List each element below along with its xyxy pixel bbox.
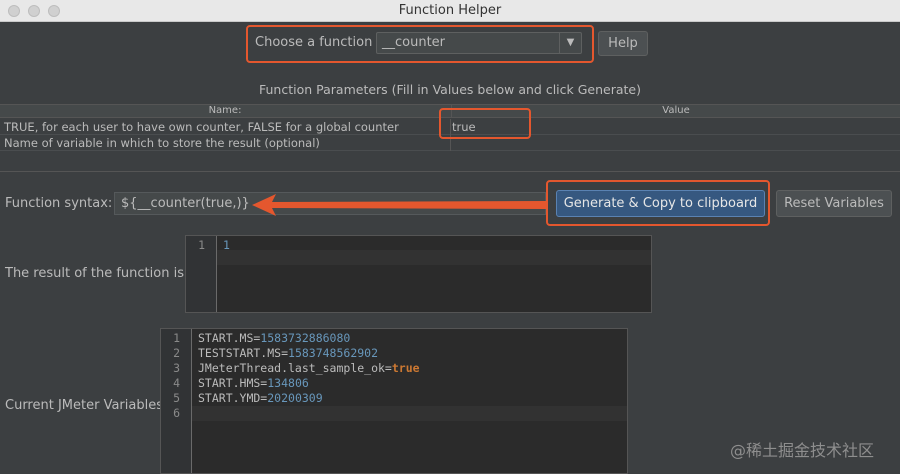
param-name-cell: TRUE, for each user to have own counter,… bbox=[4, 120, 399, 134]
help-button[interactable]: Help bbox=[598, 31, 648, 56]
line-number-gutter: 1 2 3 4 5 6 bbox=[161, 329, 192, 473]
variable-line: START.YMD=20200309 bbox=[198, 391, 323, 405]
highlight-box-value bbox=[439, 108, 531, 139]
line-number: 5 bbox=[173, 391, 180, 405]
window-title: Function Helper bbox=[398, 3, 502, 18]
result-editor[interactable]: 1 1 bbox=[185, 235, 652, 313]
jmeter-variables-label: Current JMeter Variables bbox=[5, 398, 163, 413]
line-number: 3 bbox=[173, 361, 180, 375]
line-number: 1 bbox=[173, 331, 180, 345]
reset-variables-button[interactable]: Reset Variables bbox=[776, 190, 892, 217]
choose-function-label: Choose a function bbox=[255, 35, 373, 50]
function-select[interactable]: __counter ▼ bbox=[376, 32, 582, 54]
line-number-gutter: 1 bbox=[186, 236, 217, 312]
title-bar: Function Helper bbox=[0, 0, 900, 22]
variable-line: START.HMS=134806 bbox=[198, 376, 309, 390]
line-number: 1 bbox=[198, 238, 205, 252]
line-number: 4 bbox=[173, 376, 180, 390]
function-select-value: __counter bbox=[382, 35, 446, 50]
param-name-cell: Name of variable in which to store the r… bbox=[4, 136, 320, 150]
params-title: Function Parameters (Fill in Values belo… bbox=[259, 82, 641, 97]
function-syntax-label: Function syntax: bbox=[5, 196, 113, 211]
chevron-down-icon[interactable]: ▼ bbox=[559, 33, 581, 53]
variables-editor[interactable]: 1 2 3 4 5 6 START.MS=1583732886080 TESTS… bbox=[160, 328, 628, 474]
line-number: 6 bbox=[173, 406, 180, 420]
generate-copy-button[interactable]: Generate & Copy to clipboard bbox=[556, 190, 765, 217]
current-line-highlight bbox=[217, 250, 651, 265]
current-line-highlight bbox=[192, 406, 627, 421]
arrow-annotation-icon bbox=[252, 194, 546, 216]
line-number: 2 bbox=[173, 346, 180, 360]
result-label: The result of the function is bbox=[5, 266, 184, 281]
variable-line: START.MS=1583732886080 bbox=[198, 331, 351, 345]
watermark: @稀土掘金技术社区 bbox=[730, 441, 875, 460]
result-value: 1 bbox=[223, 238, 230, 252]
variable-line: TESTSTART.MS=1583748562902 bbox=[198, 346, 379, 360]
function-syntax-value: ${__counter(true,)} bbox=[121, 196, 250, 211]
name-column-header: Name: bbox=[208, 105, 242, 116]
variable-line: JMeterThread.last_sample_ok=true bbox=[198, 361, 420, 375]
